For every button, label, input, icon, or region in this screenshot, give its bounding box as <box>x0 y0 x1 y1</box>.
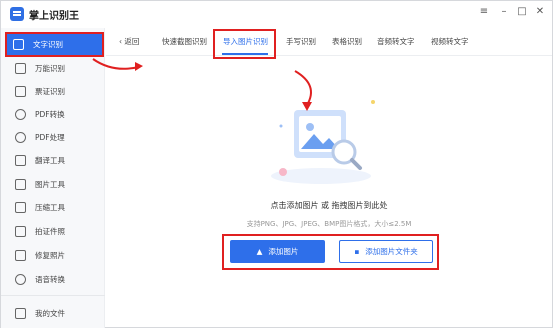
tab-quick-screenshot[interactable]: 快速截图识别 <box>162 36 207 47</box>
pdf-icon <box>15 108 26 120</box>
sidebar-item-label: 修复照片 <box>35 250 65 260</box>
voice-icon <box>15 273 26 285</box>
sidebar-item-text-recognition[interactable]: 文字识别 <box>5 32 104 57</box>
sidebar-item-label: 压缩工具 <box>35 202 65 212</box>
id-photo-icon <box>15 225 26 237</box>
sidebar-item-label: 翻译工具 <box>35 155 65 165</box>
sidebar-item-image-tools[interactable]: 图片工具 <box>9 174 101 194</box>
sidebar: 文字识别 万能识别 票证识别 PDF转换 PDF处理 翻译工具 图片工具 压缩工… <box>1 28 105 328</box>
sidebar-item-compress[interactable]: 压缩工具 <box>9 197 101 217</box>
sidebar-divider <box>1 295 105 296</box>
sidebar-item-label: 文字识别 <box>33 40 63 49</box>
maximize-icon[interactable]: □ <box>515 6 529 17</box>
tab-active-underline <box>222 53 268 55</box>
sidebar-item-label: PDF处理 <box>35 132 65 142</box>
sidebar-item-label: 我的文件 <box>35 308 65 318</box>
tab-audio-to-text[interactable]: 音频转文字 <box>377 36 415 47</box>
drop-prompt: 点击添加图片 或 拖拽图片到此处 <box>270 201 388 210</box>
app-window: 掌上识别王 ≡ – □ ✕ 文字识别 万能识别 票证识别 PDF转换 PDF处理 <box>0 0 553 328</box>
app-title: 掌上识别王 <box>29 11 79 22</box>
pdf-process-icon <box>15 131 26 143</box>
sidebar-item-label: 拍证件照 <box>35 226 65 236</box>
sidebar-item-label: 图片工具 <box>35 179 65 189</box>
tab-table[interactable]: 表格识别 <box>332 36 362 47</box>
arrow-head-icon <box>135 62 143 71</box>
tab-handwriting[interactable]: 手写识别 <box>286 36 316 47</box>
sidebar-item-universal[interactable]: 万能识别 <box>9 58 101 78</box>
sidebar-item-label: 万能识别 <box>35 63 65 73</box>
close-icon[interactable]: ✕ <box>533 6 547 17</box>
sidebar-item-voice[interactable]: 语音转换 <box>9 269 101 289</box>
image-icon <box>15 178 26 190</box>
translate-icon <box>15 154 26 166</box>
text-recognition-icon <box>13 39 24 50</box>
menu-icon[interactable]: ≡ <box>477 6 491 17</box>
app-logo-icon <box>10 7 24 21</box>
format-hint: 支持PNG、JPG、JPEG、BMP图片格式，大小≤2.5M <box>246 220 412 228</box>
folder-icon: ▪ <box>354 247 360 256</box>
sidebar-item-repair-photo[interactable]: 修复照片 <box>9 245 101 265</box>
ticket-icon <box>15 85 26 97</box>
minimize-icon[interactable]: – <box>497 6 511 17</box>
compress-icon <box>15 201 26 213</box>
add-image-button[interactable]: ▲ 添加图片 <box>230 240 325 263</box>
folder-icon <box>15 307 26 319</box>
sidebar-item-label: 票证识别 <box>35 86 65 96</box>
sidebar-item-pdf-process[interactable]: PDF处理 <box>9 127 101 147</box>
tab-video-to-text[interactable]: 视频转文字 <box>431 36 469 47</box>
sidebar-item-id-photo[interactable]: 拍证件照 <box>9 221 101 241</box>
sidebar-item-my-files[interactable]: 我的文件 <box>9 303 101 323</box>
upload-illustration[interactable] <box>261 96 381 186</box>
sidebar-item-label: PDF转换 <box>35 109 65 119</box>
sidebar-item-label: 语音转换 <box>35 274 65 284</box>
title-bar: 掌上识别王 ≡ – □ ✕ <box>1 1 552 28</box>
back-button[interactable]: ‹ 返回 <box>119 36 139 47</box>
camera-icon <box>15 62 26 74</box>
image-icon: ▲ <box>256 247 263 256</box>
sidebar-item-translate[interactable]: 翻译工具 <box>9 150 101 170</box>
sidebar-item-pdf-convert[interactable]: PDF转换 <box>9 104 101 124</box>
sidebar-item-ticket[interactable]: 票证识别 <box>9 81 101 101</box>
repair-photo-icon <box>15 249 26 261</box>
add-folder-button[interactable]: ▪ 添加图片文件夹 <box>339 240 433 263</box>
